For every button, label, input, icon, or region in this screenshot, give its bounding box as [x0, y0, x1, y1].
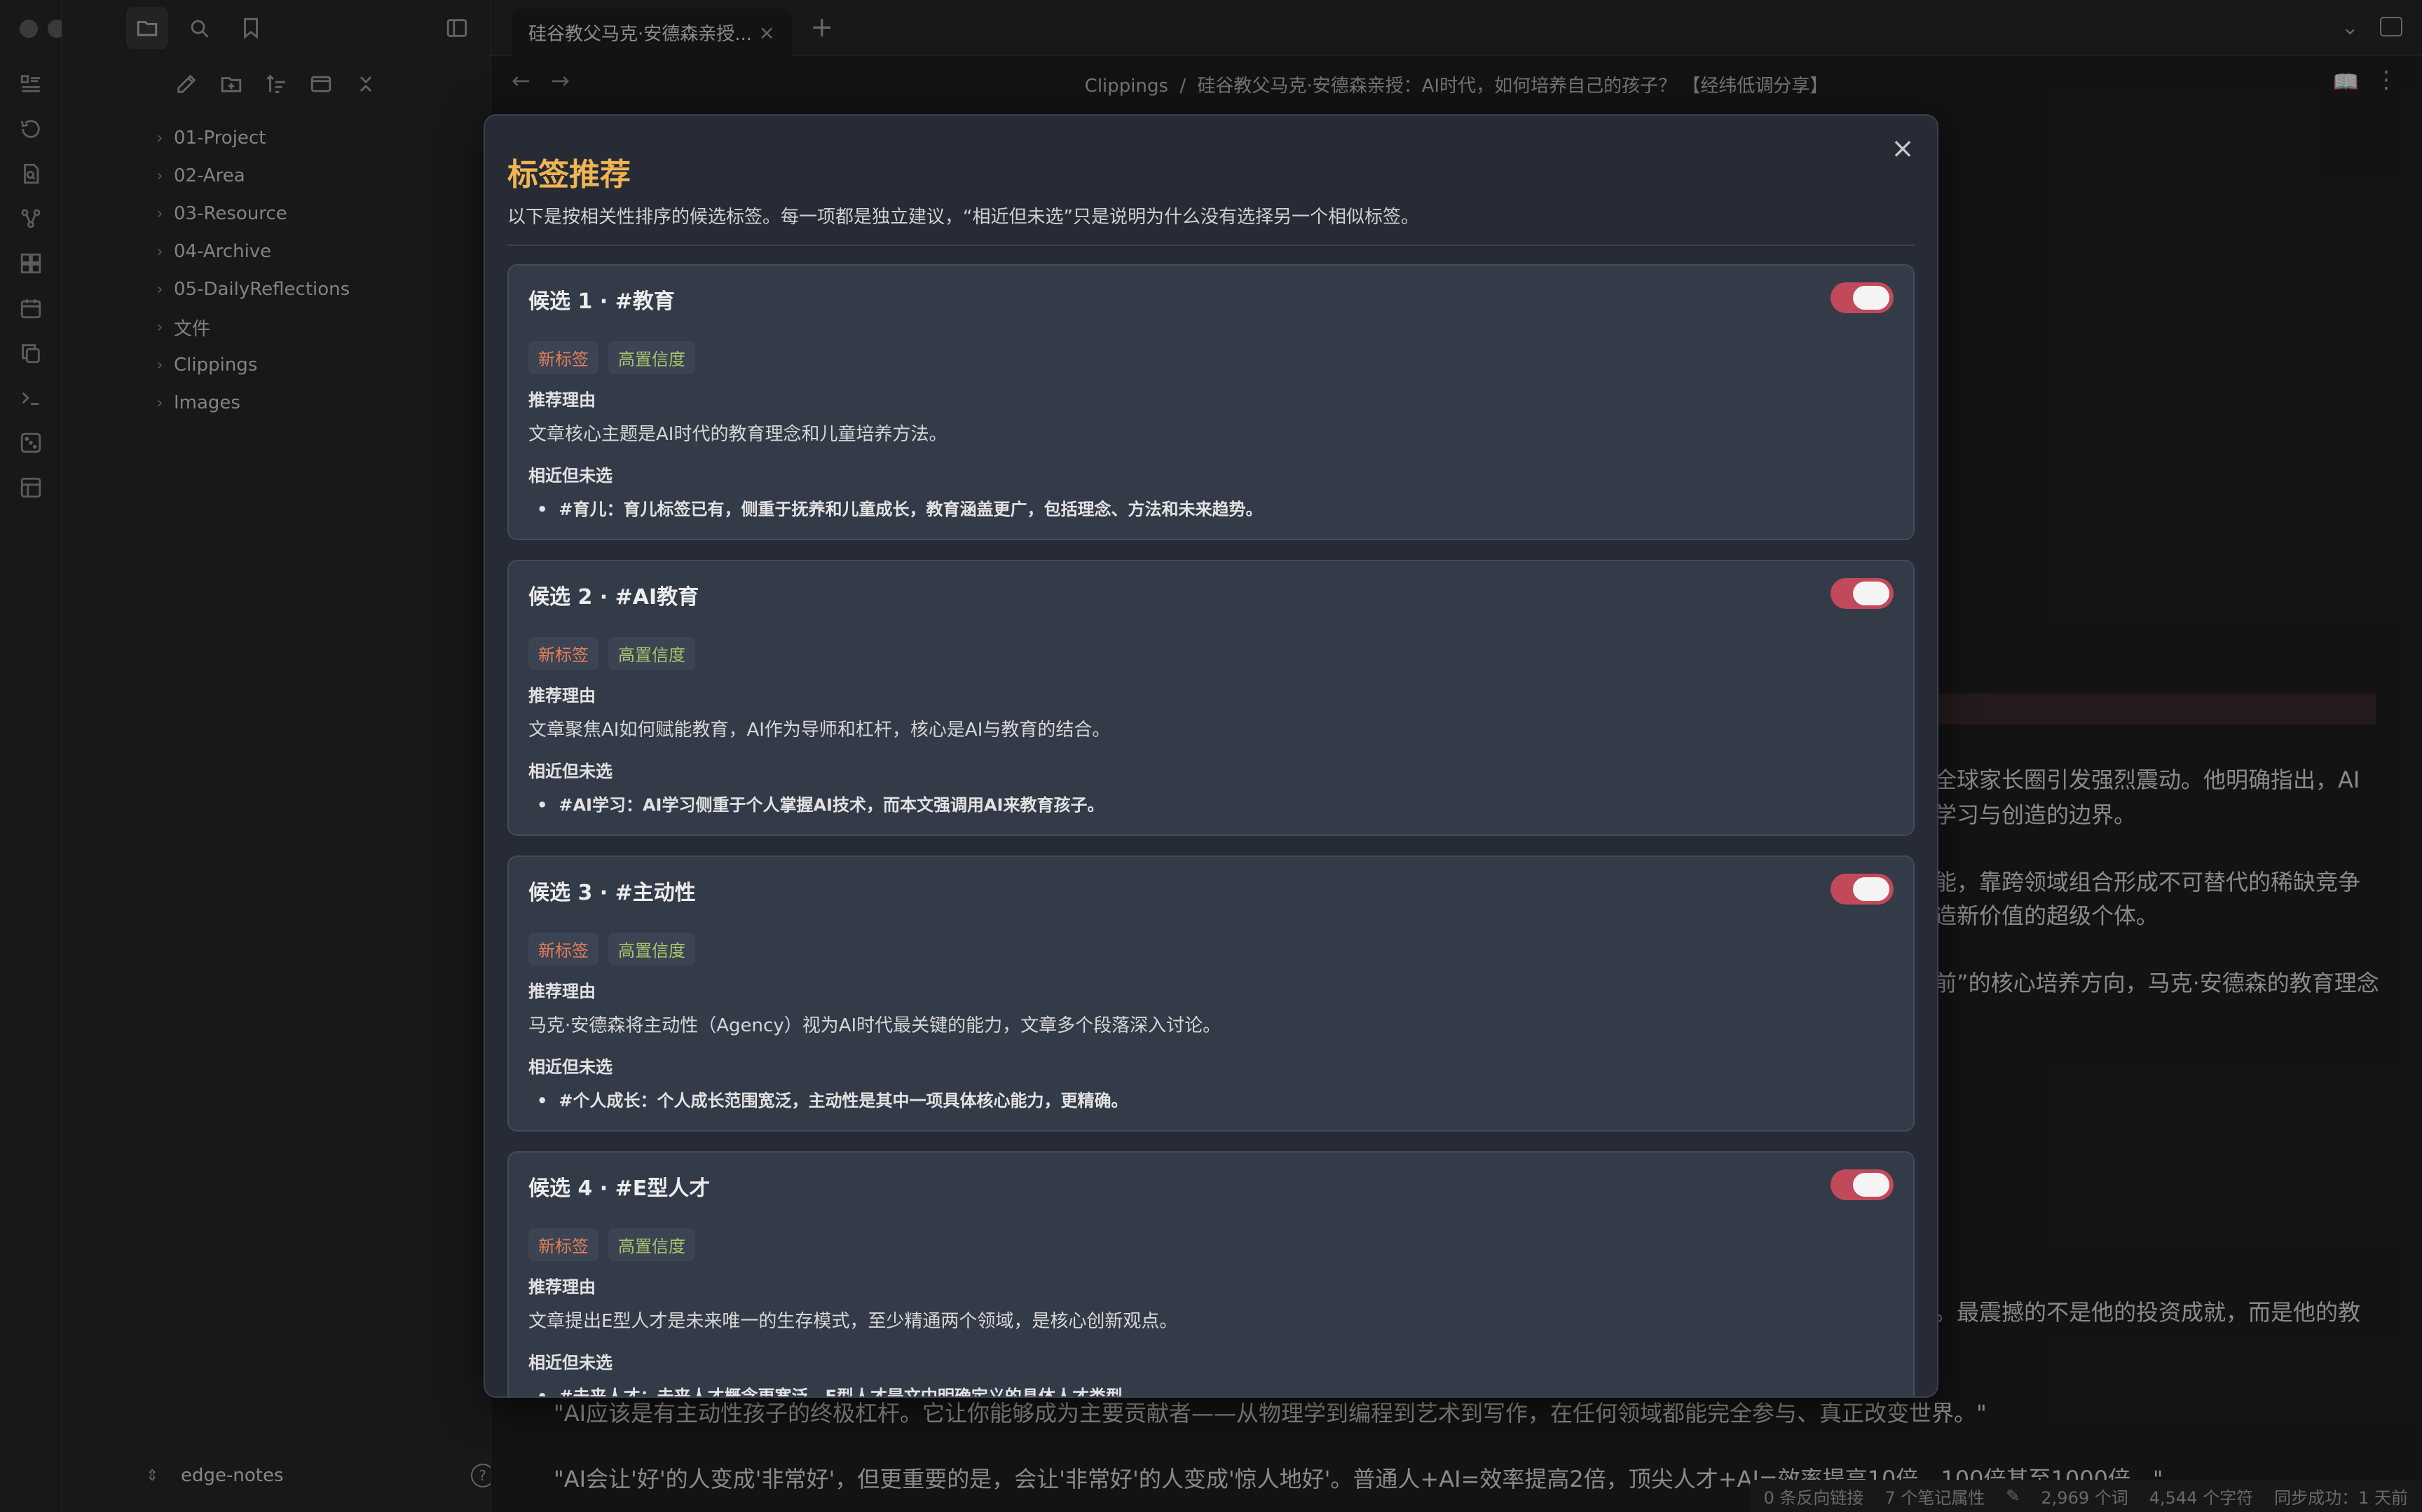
alt-item: #个人成长：个人成长范围宽泛，主动性是其中一项具体核心能力，更精确。: [537, 1087, 1128, 1111]
close-icon[interactable]: ×: [1885, 131, 1920, 166]
candidate-badges: 新标签 高置信度: [528, 1228, 695, 1261]
alt-label: 相近但未选: [528, 762, 613, 781]
reason-label: 推荐理由: [528, 1277, 596, 1297]
alt-label: 相近但未选: [528, 466, 613, 486]
candidate-toggle[interactable]: [1831, 282, 1894, 313]
candidate-toggle[interactable]: [1831, 1169, 1894, 1200]
tag-suggestion-modal: × 标签推荐 以下是按相关性排序的候选标签。每一项都是独立建议，“相近但未选”只…: [484, 114, 1938, 1398]
new-tag-badge: 新标签: [528, 341, 598, 374]
modal-description: 以下是按相关性排序的候选标签。每一项都是独立建议，“相近但未选”只是说明为什么没…: [507, 207, 1419, 228]
modal-title: 标签推荐: [507, 157, 631, 193]
candidate-title: 候选 4 · #E型人才: [528, 1176, 711, 1201]
reason-text: 文章提出E型人才是未来唯一的生存模式，至少精通两个领域，是核心创新观点。: [528, 1311, 1178, 1332]
reason-label: 推荐理由: [528, 982, 596, 1001]
confidence-badge: 高置信度: [608, 637, 695, 670]
candidate-badges: 新标签 高置信度: [528, 933, 695, 965]
new-tag-badge: 新标签: [528, 637, 598, 670]
candidate-card: 候选 3 · #主动性 新标签 高置信度 推荐理由 马克·安德森将主动性（Age…: [507, 855, 1915, 1132]
new-tag-badge: 新标签: [528, 933, 598, 965]
alt-label: 相近但未选: [528, 1057, 613, 1077]
alt-item: #AI学习：AI学习侧重于个人掌握AI技术，而本文强调用AI来教育孩子。: [537, 791, 1104, 816]
candidate-card: 候选 4 · #E型人才 新标签 高置信度 推荐理由 文章提出E型人才是未来唯一…: [507, 1151, 1915, 1396]
reason-text: 文章核心主题是AI时代的教育理念和儿童培养方法。: [528, 424, 947, 445]
candidate-card: 候选 1 · #教育 新标签 高置信度 推荐理由 文章核心主题是AI时代的教育理…: [507, 264, 1915, 540]
confidence-badge: 高置信度: [608, 341, 695, 374]
divider: [507, 245, 1915, 246]
alt-item: #未来人才：未来人才概念更宽泛，E型人才是文中明确定义的具体人才类型。: [537, 1382, 1140, 1396]
candidate-badges: 新标签 高置信度: [528, 637, 695, 670]
alt-item: #育儿：育儿标签已有，侧重于抚养和儿童成长，教育涵盖更广，包括理念、方法和未来趋…: [537, 495, 1262, 520]
candidate-toggle[interactable]: [1831, 578, 1894, 609]
reason-text: 文章聚焦AI如何赋能教育，AI作为导师和杠杆，核心是AI与教育的结合。: [528, 720, 1111, 741]
candidate-title: 候选 3 · #主动性: [528, 881, 696, 905]
candidate-title: 候选 2 · #AI教育: [528, 585, 699, 610]
reason-label: 推荐理由: [528, 686, 596, 706]
reason-text: 马克·安德森将主动性（Agency）视为AI时代最关键的能力，文章多个段落深入讨…: [528, 1015, 1222, 1036]
alt-label: 相近但未选: [528, 1353, 613, 1373]
candidate-badges: 新标签 高置信度: [528, 341, 695, 374]
candidate-toggle[interactable]: [1831, 874, 1894, 905]
reason-label: 推荐理由: [528, 390, 596, 410]
candidate-title: 候选 1 · #教育: [528, 289, 675, 314]
new-tag-badge: 新标签: [528, 1228, 598, 1261]
confidence-badge: 高置信度: [608, 933, 695, 965]
confidence-badge: 高置信度: [608, 1228, 695, 1261]
candidate-card: 候选 2 · #AI教育 新标签 高置信度 推荐理由 文章聚焦AI如何赋能教育，…: [507, 560, 1915, 836]
